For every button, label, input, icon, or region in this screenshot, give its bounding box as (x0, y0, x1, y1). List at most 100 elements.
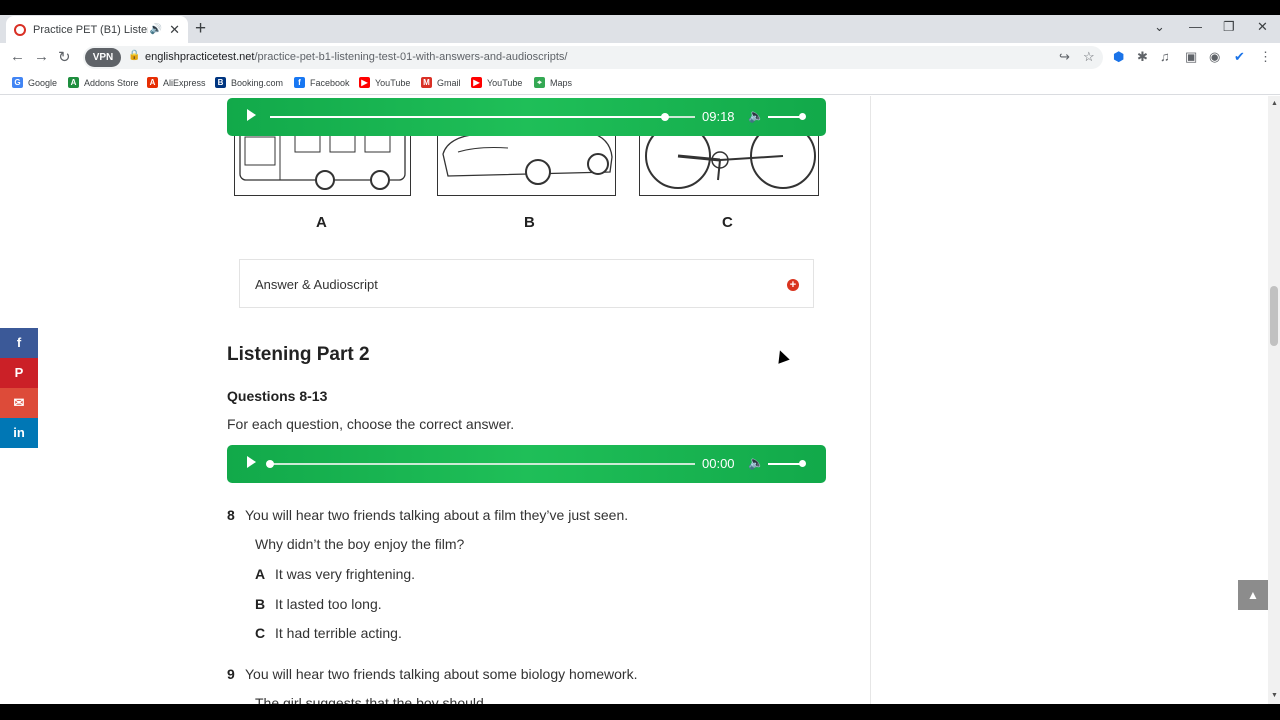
browser-tab[interactable]: Practice PET (B1) Listening Test 🔊 ✕ (6, 16, 188, 43)
sidebar-divider (870, 96, 871, 704)
speaker-icon[interactable]: 🔊 (150, 24, 164, 35)
seek-handle[interactable] (266, 460, 274, 468)
mouse-cursor (774, 348, 790, 364)
bookmark-item[interactable]: B Booking.com (215, 77, 283, 88)
new-tab-icon[interactable]: + (195, 19, 206, 38)
bookmark-item[interactable]: ▶ YouTube (471, 77, 522, 88)
expand-plus-icon[interactable]: + (787, 279, 799, 291)
section-heading: Listening Part 2 (227, 344, 370, 365)
browser-toolbar: ← → ↻ VPN 🔒 englishpracticetest.net/prac… (0, 43, 1280, 72)
minimize-icon[interactable]: — (1189, 19, 1202, 34)
car-drawing (442, 132, 613, 185)
back-icon[interactable]: ← (10, 48, 25, 65)
question-text: You will hear two friends talking about … (245, 507, 629, 523)
question-number: 9 (227, 666, 235, 682)
bus-drawing (239, 132, 406, 190)
scroll-down-arrow-icon[interactable]: ▼ (1271, 692, 1278, 699)
extensions-puzzle-icon[interactable]: ✱ (1137, 49, 1148, 65)
play-icon[interactable] (247, 456, 256, 468)
lock-icon[interactable]: 🔒 (128, 50, 140, 61)
picture-label-c: C (722, 214, 733, 231)
profile-avatar-icon[interactable]: ◉ (1209, 49, 1220, 65)
audio-player-part1: 09:18 🔈 (227, 98, 826, 136)
picture-car (437, 132, 616, 196)
option-letter[interactable]: C (255, 625, 265, 641)
option-text[interactable]: It had terrible acting. (275, 625, 402, 641)
volume-handle[interactable] (799, 113, 806, 120)
bookmark-favicon-icon: A (68, 77, 79, 88)
seek-handle[interactable] (661, 113, 669, 121)
volume-icon[interactable]: 🔈 (748, 455, 764, 471)
option-text[interactable]: It was very frightening. (275, 566, 415, 582)
media-controls-icon[interactable]: ♫ (1160, 49, 1170, 64)
address-bar[interactable]: VPN 🔒 englishpracticetest.net/practice-p… (83, 46, 1103, 69)
bookmark-favicon-icon: B (215, 77, 226, 88)
option-letter[interactable]: B (255, 596, 265, 612)
bookmark-item[interactable]: A AliExpress (147, 77, 206, 88)
question-text: You will hear two friends talking about … (245, 666, 638, 682)
bookmark-favicon-icon: ▶ (359, 77, 370, 88)
bookmark-favicon-icon: ⌖ (534, 77, 545, 88)
instructions: For each question, choose the correct an… (227, 416, 515, 432)
seek-progress (270, 116, 665, 118)
url-path: /practice-pet-b1-listening-test-01-with-… (254, 51, 568, 63)
volume-slider[interactable] (768, 113, 806, 120)
reload-icon[interactable]: ↻ (58, 48, 71, 66)
pinterest-icon[interactable]: P (0, 358, 38, 388)
bookmark-item[interactable]: A Addons Store (68, 77, 139, 88)
linkedin-icon[interactable]: in (0, 418, 38, 448)
page-content: A B C 09:18 🔈 Answer & Audioscript + Lis… (0, 96, 1268, 704)
tab-title: Practice PET (B1) Listening Test (33, 23, 148, 36)
scroll-up-arrow-icon[interactable]: ▲ (1271, 100, 1278, 107)
extension-shield-icon[interactable]: ⬢ (1113, 49, 1124, 65)
play-icon[interactable] (247, 109, 256, 121)
email-icon[interactable]: ✉ (0, 388, 38, 418)
bookmark-favicon-icon: A (147, 77, 158, 88)
tab-search-icon[interactable]: ⌄ (1154, 19, 1165, 35)
bookmark-item[interactable]: M Gmail (421, 77, 461, 88)
bookmark-favicon-icon: M (421, 77, 432, 88)
seek-bar[interactable] (266, 460, 695, 468)
url-text[interactable]: englishpracticetest.net/practice-pet-b1-… (145, 51, 567, 63)
seek-bar[interactable] (270, 113, 695, 121)
facebook-icon[interactable]: f (0, 328, 38, 358)
bookmark-label: Addons Store (84, 77, 139, 88)
bookmark-label: YouTube (375, 77, 411, 88)
scrollbar-thumb[interactable] (1270, 286, 1278, 346)
bookmark-label: Gmail (437, 77, 461, 88)
accordion-label: Answer & Audioscript (255, 277, 378, 292)
bookmark-item[interactable]: G Google (12, 77, 57, 88)
audio-player-part2: 00:00 🔈 (227, 445, 826, 483)
question-number: 8 (227, 507, 235, 523)
answer-audioscript-accordion[interactable]: Answer & Audioscript + (239, 259, 814, 308)
bookmarks-bar: G Google A Addons Store A AliExpress B Booking.… (0, 72, 1280, 95)
window-close-icon[interactable]: ✕ (1257, 19, 1268, 35)
screen-top-border (0, 0, 1280, 15)
share-icon[interactable]: ↪ (1059, 49, 1070, 65)
picture-bicycle (639, 132, 819, 196)
menu-kebab-icon[interactable]: ⋮ (1259, 49, 1272, 65)
bookmark-item[interactable]: ▶ YouTube (359, 77, 410, 88)
question-prompt: The girl suggests that the boy should (255, 695, 484, 704)
side-panel-icon[interactable]: ▣ (1185, 49, 1197, 65)
volume-handle[interactable] (799, 460, 806, 467)
page-scrollbar[interactable]: ▲ ▼ (1268, 96, 1280, 704)
security-extension-icon[interactable]: ✔ (1234, 49, 1245, 65)
volume-slider[interactable] (768, 460, 806, 467)
bookmark-item[interactable]: f Facebook (294, 77, 350, 88)
picture-label-a: A (316, 214, 327, 231)
restore-icon[interactable]: ❐ (1223, 19, 1235, 35)
volume-icon[interactable]: 🔈 (748, 108, 764, 124)
picture-label-b: B (524, 214, 535, 231)
tab-close-icon[interactable]: ✕ (169, 22, 180, 38)
option-letter[interactable]: A (255, 566, 265, 582)
bookmark-label: AliExpress (163, 77, 206, 88)
back-to-top-button[interactable]: ▲ (1238, 580, 1268, 610)
bookmark-star-icon[interactable]: ☆ (1083, 49, 1095, 65)
vpn-badge[interactable]: VPN (85, 48, 121, 67)
tab-strip: Practice PET (B1) Listening Test 🔊 ✕ + ⌄… (0, 15, 1280, 43)
forward-icon[interactable]: → (34, 48, 49, 65)
bookmark-item[interactable]: ⌖ Maps (534, 77, 572, 88)
option-text[interactable]: It lasted too long. (275, 596, 382, 612)
bookmark-label: Booking.com (231, 77, 284, 88)
